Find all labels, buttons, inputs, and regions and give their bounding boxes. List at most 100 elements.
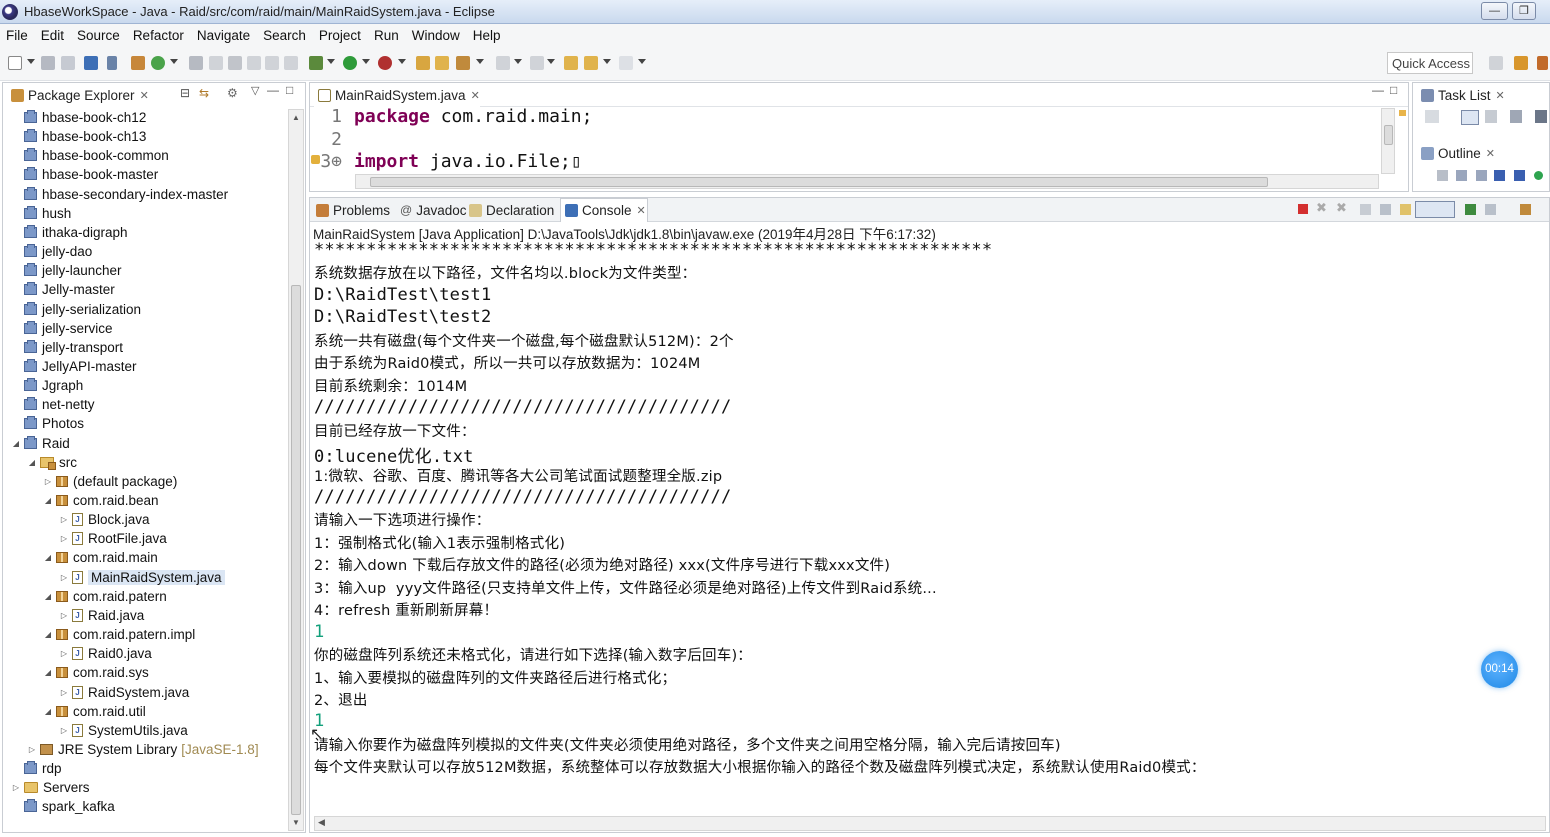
tree-scrollbar[interactable]: ▲ ▼ bbox=[288, 109, 304, 831]
next-edit-icon[interactable] bbox=[496, 56, 510, 70]
tab-console[interactable]: Console ✕ bbox=[560, 198, 648, 222]
open-type-icon[interactable] bbox=[189, 56, 203, 70]
collapse-tasks-icon[interactable] bbox=[1535, 110, 1547, 123]
tab-outline[interactable]: Outline ✕ bbox=[1417, 141, 1495, 165]
tree-twisty-icon[interactable]: ◢ bbox=[43, 496, 53, 505]
open-perspective-icon[interactable] bbox=[1489, 56, 1503, 70]
tab-mainraidsystem-java[interactable]: MainRaidSystem.java ✕ bbox=[314, 83, 480, 107]
open-console-icon[interactable] bbox=[1520, 204, 1531, 215]
save-icon[interactable] bbox=[41, 56, 55, 70]
scroll-lock-icon[interactable] bbox=[1380, 204, 1391, 215]
minimize-button[interactable]: — bbox=[1481, 2, 1508, 20]
minimize-view-icon[interactable]: — bbox=[1372, 83, 1384, 97]
tree-item-block-java[interactable]: ▷ J Block.java bbox=[59, 510, 150, 529]
java-ee-perspective-icon[interactable] bbox=[1514, 56, 1528, 70]
tab-problems[interactable]: Problems bbox=[312, 198, 390, 222]
tree-twisty-icon[interactable]: ▷ bbox=[11, 783, 21, 792]
tree-item-hbase-book-master[interactable]: hbase-book-master bbox=[11, 165, 158, 184]
tree-twisty-icon[interactable]: ◢ bbox=[43, 668, 53, 677]
tree-item-com-raid-patern-impl[interactable]: ◢ com.raid.patern.impl bbox=[43, 625, 195, 644]
scroll-left-icon[interactable]: ◀ bbox=[318, 817, 325, 828]
new-task-icon[interactable] bbox=[1425, 110, 1439, 123]
editor-vscroll-thumb[interactable] bbox=[1384, 125, 1393, 145]
tree-item-ithaka-digraph[interactable]: ithaka-digraph bbox=[11, 223, 128, 242]
tree-twisty-icon[interactable]: ▷ bbox=[59, 726, 69, 735]
editor-vertical-scrollbar[interactable] bbox=[1381, 108, 1395, 174]
debug-icon[interactable] bbox=[309, 56, 323, 70]
tree-item-hush[interactable]: hush bbox=[11, 204, 71, 223]
tree-item-jgraph[interactable]: Jgraph bbox=[11, 376, 83, 395]
tree-item-com-raid-bean[interactable]: ◢ com.raid.bean bbox=[43, 491, 159, 510]
java-perspective-icon[interactable] bbox=[1537, 56, 1548, 70]
tree-item-jelly-transport[interactable]: jelly-transport bbox=[11, 338, 123, 357]
back-dropdown-icon[interactable] bbox=[603, 59, 611, 64]
save-all-icon[interactable] bbox=[61, 56, 75, 70]
tree-item-jelly-master[interactable]: Jelly-master bbox=[11, 280, 115, 299]
prev-edit-icon[interactable] bbox=[530, 56, 544, 70]
tree-item-jelly-serialization[interactable]: jelly-serialization bbox=[11, 300, 141, 319]
tree-twisty-icon[interactable]: ◢ bbox=[11, 439, 21, 448]
tree-item-com-raid-main[interactable]: ◢ com.raid.main bbox=[43, 548, 158, 567]
tree-item-mainraidsystem-java[interactable]: ▷ J MainRaidSystem.java bbox=[59, 568, 225, 587]
close-icon[interactable]: ✕ bbox=[1486, 147, 1495, 160]
display-console-icon[interactable] bbox=[1485, 204, 1496, 215]
code-editor[interactable]: 1 package com.raid.main; 2 3⊕ import java.… bbox=[311, 106, 1380, 176]
prev-annotation-icon[interactable] bbox=[247, 56, 261, 70]
close-icon[interactable]: ✕ bbox=[140, 89, 149, 102]
tree-twisty-icon[interactable]: ▷ bbox=[59, 573, 69, 582]
search-icon[interactable] bbox=[456, 56, 470, 70]
quick-access-input[interactable]: Quick Access bbox=[1387, 52, 1473, 74]
new-dropdown-icon[interactable] bbox=[27, 59, 35, 64]
back-icon[interactable] bbox=[584, 56, 598, 70]
tree-twisty-icon[interactable]: ▷ bbox=[59, 515, 69, 524]
tree-item-default-package[interactable]: ▷ (default package) bbox=[43, 472, 177, 491]
tree-twisty-icon[interactable]: ◢ bbox=[43, 707, 53, 716]
tree-twisty-icon[interactable]: ▷ bbox=[59, 688, 69, 697]
tree-item-rootfile-java[interactable]: ▷ J RootFile.java bbox=[59, 529, 167, 548]
open-resource-icon[interactable] bbox=[435, 56, 449, 70]
forward-icon[interactable] bbox=[619, 56, 633, 70]
pin-icon[interactable] bbox=[284, 56, 298, 70]
tree-item-jelly-launcher[interactable]: jelly-launcher bbox=[11, 261, 122, 280]
tree-item-photos[interactable]: Photos bbox=[11, 414, 84, 433]
maximize-view-icon[interactable]: □ bbox=[1390, 83, 1397, 97]
tree-item-jre-system-library[interactable]: ▷ JRE System Library [JavaSE-1.8] bbox=[27, 740, 259, 759]
recording-timer-badge[interactable]: 00:14 bbox=[1481, 651, 1518, 688]
tree-item-com-raid-sys[interactable]: ◢ com.raid.sys bbox=[43, 663, 149, 682]
collapse-all-icon[interactable]: ⊟ bbox=[180, 86, 190, 100]
skip-breakpoints-icon[interactable] bbox=[107, 56, 117, 70]
sort-icon[interactable] bbox=[1437, 170, 1448, 181]
run-dropdown-icon[interactable] bbox=[362, 59, 370, 64]
close-icon[interactable]: ✕ bbox=[637, 204, 646, 217]
menu-run[interactable]: Run bbox=[368, 28, 406, 43]
tree-item-jelly-dao[interactable]: jelly-dao bbox=[11, 242, 92, 261]
tree-item-com-raid-patern[interactable]: ◢ com.raid.patern bbox=[43, 587, 167, 606]
run-icon[interactable] bbox=[343, 56, 357, 70]
tree-item-jellyapi-master[interactable]: JellyAPI-master bbox=[11, 357, 137, 376]
tree-item-com-raid-util[interactable]: ◢ com.raid.util bbox=[43, 702, 146, 721]
tab-package-explorer[interactable]: Package Explorer ✕ bbox=[7, 83, 149, 107]
tree-twisty-icon[interactable]: ▷ bbox=[59, 611, 69, 620]
remove-all-icon[interactable]: ✖ bbox=[1336, 200, 1347, 216]
pin-console-icon[interactable] bbox=[1465, 204, 1476, 215]
tab-javadoc[interactable]: @ Javadoc bbox=[396, 198, 466, 222]
show-console-toggle[interactable] bbox=[1415, 201, 1455, 218]
view-menu-icon[interactable]: ▽ bbox=[251, 84, 259, 97]
remove-launch-icon[interactable]: ✖ bbox=[1316, 200, 1327, 216]
link-editor-icon[interactable]: ⇆ bbox=[199, 86, 209, 100]
overview-warning-marker[interactable] bbox=[1399, 110, 1406, 116]
tree-item-src[interactable]: ◢ src bbox=[27, 453, 77, 472]
debug-dropdown-icon[interactable] bbox=[327, 59, 335, 64]
new-java-project-icon[interactable] bbox=[131, 56, 145, 70]
next-annotation-icon[interactable] bbox=[265, 56, 279, 70]
new-icon[interactable] bbox=[8, 56, 22, 70]
menu-help[interactable]: Help bbox=[467, 28, 508, 43]
forward-dropdown-icon[interactable] bbox=[638, 59, 646, 64]
hide-fields-icon[interactable] bbox=[1456, 170, 1467, 181]
tree-item-raid-java[interactable]: ▷ J Raid.java bbox=[59, 606, 144, 625]
editor-hscroll-thumb[interactable] bbox=[370, 177, 1268, 187]
close-icon[interactable]: ✕ bbox=[1496, 89, 1505, 102]
open-folder-icon[interactable] bbox=[416, 56, 430, 70]
tree-item-spark-kafka[interactable]: spark_kafka bbox=[11, 797, 115, 816]
tree-item-servers[interactable]: ▷ Servers bbox=[11, 778, 90, 797]
